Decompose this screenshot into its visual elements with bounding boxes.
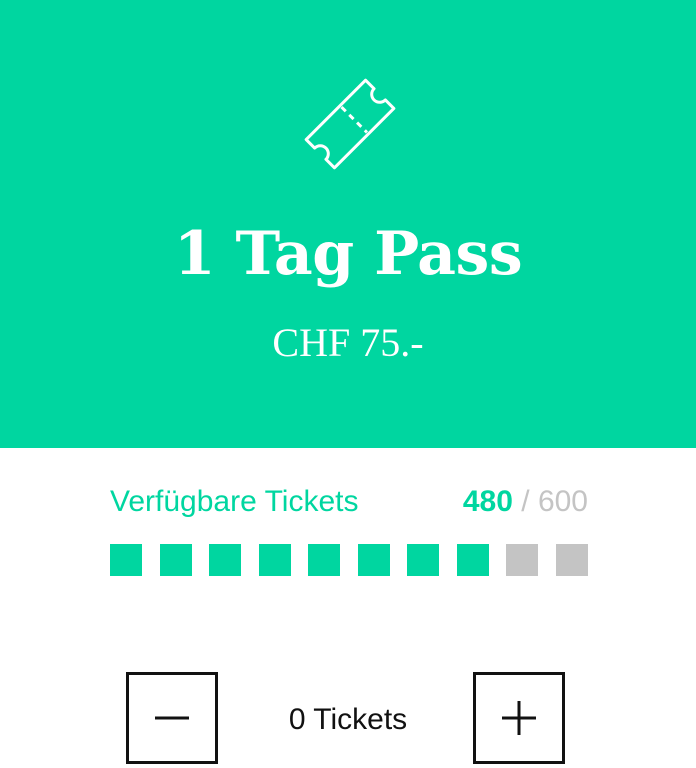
availability-count: 480 / 600 <box>463 482 588 522</box>
availability-segment-filled <box>308 544 340 576</box>
availability-segment-filled <box>457 544 489 576</box>
availability-segment-filled <box>160 544 192 576</box>
decrease-button[interactable] <box>126 672 218 764</box>
availability-segment-filled <box>110 544 142 576</box>
availability-label: Verfügbare Tickets <box>110 485 359 518</box>
pass-title: 1 Tag Pass <box>173 219 523 289</box>
plus-icon <box>502 701 536 735</box>
pass-header: 1 Tag Pass CHF 75.- <box>0 0 696 448</box>
pass-price: CHF 75.- <box>272 320 424 365</box>
availability-row: Verfügbare Tickets 480 / 600 <box>110 482 588 522</box>
availability-segment-filled <box>259 544 291 576</box>
minus-icon <box>155 716 189 720</box>
availability-segment-filled <box>358 544 390 576</box>
available-count: 480 <box>462 485 513 518</box>
count-separator: / <box>521 485 530 518</box>
availability-segment-filled <box>209 544 241 576</box>
availability-bar <box>110 544 588 576</box>
increase-button[interactable] <box>473 672 565 764</box>
availability-segment-empty <box>506 544 538 576</box>
availability-segment-empty <box>556 544 588 576</box>
availability-segment-filled <box>407 544 439 576</box>
ticket-icon <box>304 78 396 170</box>
ticket-quantity: 0 Tickets <box>288 703 408 736</box>
total-count: 600 <box>537 485 588 518</box>
